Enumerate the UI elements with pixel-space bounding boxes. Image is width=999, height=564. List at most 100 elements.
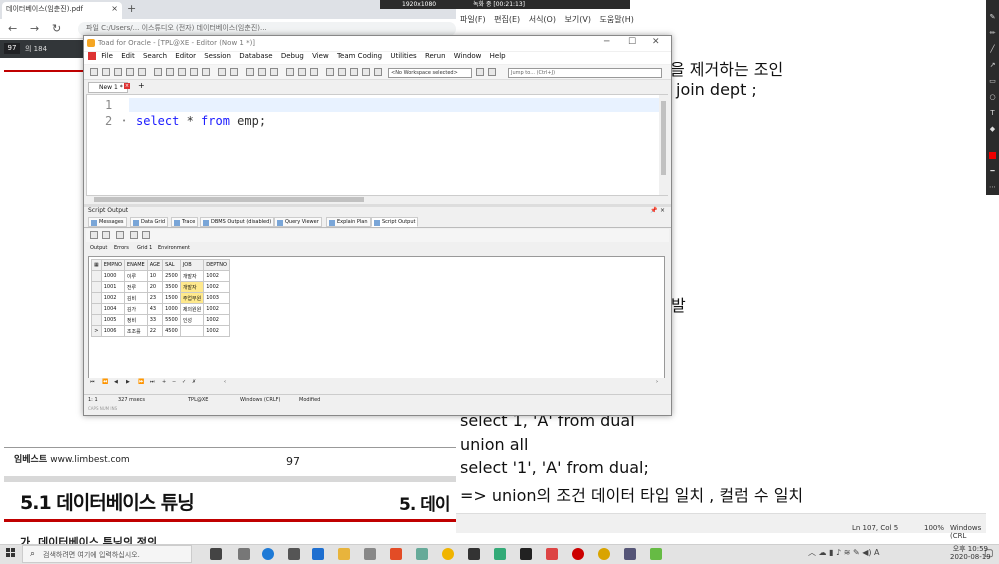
- table-cell[interactable]: 10: [146, 270, 164, 282]
- table-cell[interactable]: 제의원원: [179, 303, 205, 315]
- compare-icon[interactable]: [350, 68, 358, 76]
- app-icon[interactable]: [598, 548, 610, 560]
- notepad-horizontal-scrollbar[interactable]: [456, 513, 986, 523]
- table-row[interactable]: 1000 이루 10 2500 개발자 1002: [91, 270, 230, 282]
- next-record-icon[interactable]: ▶: [126, 379, 130, 385]
- menu-search[interactable]: Search: [143, 52, 167, 60]
- reload-icon[interactable]: ↻: [52, 22, 61, 35]
- notepad-menu-view[interactable]: 보기(V): [565, 15, 591, 24]
- column-header[interactable]: DEPTNO: [203, 259, 230, 271]
- color-swatch-red-icon[interactable]: [989, 152, 996, 159]
- menu-view[interactable]: View: [312, 52, 329, 60]
- table-cell[interactable]: 개발자: [179, 270, 205, 282]
- tab-script-output[interactable]: Script Output: [371, 217, 419, 227]
- rollback-icon[interactable]: [258, 68, 266, 76]
- row-indicator[interactable]: [91, 303, 102, 315]
- export-icon[interactable]: [326, 68, 334, 76]
- table-row[interactable]: > 1006 조조를 22 4500 1002: [91, 325, 230, 337]
- edge-browser-icon[interactable]: [262, 548, 274, 560]
- table-cell[interactable]: 3500: [162, 281, 181, 293]
- table-cell[interactable]: 5500: [162, 314, 181, 326]
- save-icon[interactable]: [114, 68, 122, 76]
- table-cell[interactable]: 33: [146, 314, 164, 326]
- notification-icon[interactable]: ▢: [984, 548, 993, 559]
- run-script-icon[interactable]: [90, 231, 98, 239]
- tab-dbms-output[interactable]: DBMS Output (disabled): [200, 217, 275, 227]
- settings-icon[interactable]: [230, 68, 238, 76]
- page-number-input[interactable]: 97: [4, 43, 20, 54]
- url-input[interactable]: 파일 C:/Users/... 이스튜디오 (전자) 데이터베이스(임춘진)..…: [78, 22, 456, 36]
- tools-icon[interactable]: [286, 68, 294, 76]
- table-cell[interactable]: 1000: [100, 270, 125, 282]
- new-file-icon[interactable]: [90, 68, 98, 76]
- table-cell[interactable]: 23: [146, 292, 164, 304]
- notepad-menu-file[interactable]: 파일(F): [460, 15, 486, 24]
- tab-data-grid[interactable]: Data Grid: [130, 217, 169, 227]
- table-cell[interactable]: 1002: [203, 314, 230, 326]
- table-cell[interactable]: 1002: [203, 325, 230, 337]
- menu-window[interactable]: Window: [454, 52, 482, 60]
- menu-debug[interactable]: Debug: [281, 52, 304, 60]
- table-cell-highlighted[interactable]: 개발자: [179, 281, 205, 293]
- workspace-add-icon[interactable]: [488, 68, 496, 76]
- minimize-icon[interactable]: ─: [604, 37, 609, 47]
- refresh-icon[interactable]: [270, 68, 278, 76]
- notepad-menu-edit[interactable]: 편집(E): [494, 15, 520, 24]
- table-cell-highlighted[interactable]: 주업무원: [179, 292, 205, 304]
- workspace-go-icon[interactable]: [476, 68, 484, 76]
- post-edit-icon[interactable]: ✓: [182, 379, 186, 385]
- cancel-edit-icon[interactable]: ✗: [192, 379, 196, 385]
- add-tab-icon[interactable]: +: [138, 81, 145, 90]
- table-cell[interactable]: 20: [146, 281, 164, 293]
- row-indicator[interactable]: [91, 281, 102, 293]
- table-cell[interactable]: 1002: [203, 281, 230, 293]
- text-icon[interactable]: T: [989, 110, 996, 117]
- arrow-icon[interactable]: ↗: [989, 62, 996, 69]
- column-header[interactable]: EMPNO: [100, 259, 125, 271]
- table-cell[interactable]: 43: [146, 303, 164, 315]
- people-icon[interactable]: [288, 548, 300, 560]
- jump-to-input[interactable]: Jump to... (Ctrl+J): [508, 68, 662, 78]
- pen-icon[interactable]: ✎: [989, 14, 996, 21]
- tray-wifi-icon[interactable]: ≋: [844, 548, 851, 557]
- table-cell[interactable]: 22: [146, 325, 164, 337]
- taskbar-search-input[interactable]: ⌕ 검색하려면 여기에 입력하십시오.: [22, 545, 192, 563]
- scroll-right-icon[interactable]: ›: [656, 379, 658, 385]
- clear-icon[interactable]: [116, 231, 124, 239]
- width-icon[interactable]: ━: [989, 168, 996, 175]
- ellipse-icon[interactable]: ○: [989, 94, 996, 101]
- app-icon[interactable]: [494, 548, 506, 560]
- menu-editor[interactable]: Editor: [175, 52, 196, 60]
- app-icon[interactable]: [238, 548, 250, 560]
- subtab-grid-1[interactable]: Grid 1: [137, 245, 152, 251]
- pdf-icon[interactable]: [546, 548, 558, 560]
- tab-messages[interactable]: Messages: [88, 217, 127, 227]
- menu-edit[interactable]: Edit: [121, 52, 135, 60]
- next-page-icon[interactable]: ⏩: [138, 379, 144, 385]
- editor-vertical-scroll-thumb[interactable]: [661, 101, 666, 175]
- sql-editor[interactable]: 1 2 • select * from emp;: [86, 94, 668, 196]
- browser-tab-pdf[interactable]: 데이터베이스(임춘진).pdf ×: [2, 2, 122, 19]
- commit-icon[interactable]: [246, 68, 254, 76]
- terminal-icon[interactable]: [520, 548, 532, 560]
- table-cell[interactable]: 1002: [203, 303, 230, 315]
- wizard-icon[interactable]: [298, 68, 306, 76]
- tray-volume-icon[interactable]: ♪: [836, 548, 841, 557]
- save-all-icon[interactable]: [126, 68, 134, 76]
- menu-utilities[interactable]: Utilities: [390, 52, 416, 60]
- column-header[interactable]: SAL: [162, 259, 181, 271]
- table-cell[interactable]: 1006: [100, 325, 125, 337]
- insert-record-icon[interactable]: +: [162, 379, 166, 385]
- tab-close-icon[interactable]: ×: [124, 83, 130, 89]
- table-cell[interactable]: 1000: [162, 303, 181, 315]
- menu-team-coding[interactable]: Team Coding: [337, 52, 382, 60]
- table-row[interactable]: 1004 김가 43 1000 제의원원 1002: [91, 303, 230, 315]
- delete-record-icon[interactable]: −: [172, 379, 176, 385]
- subtab-output[interactable]: Output: [90, 245, 107, 251]
- table-cell[interactable]: 이루: [123, 270, 148, 282]
- tray-network-icon[interactable]: ☁: [819, 548, 827, 557]
- table-cell[interactable]: 김가: [123, 303, 148, 315]
- notepad-menu-help[interactable]: 도움말(H): [600, 15, 634, 24]
- table-row[interactable]: 1001 전루 20 3500 개발자 1002: [91, 281, 230, 293]
- table-row[interactable]: 1002 김비 23 1500 주업무원 1003: [91, 292, 230, 304]
